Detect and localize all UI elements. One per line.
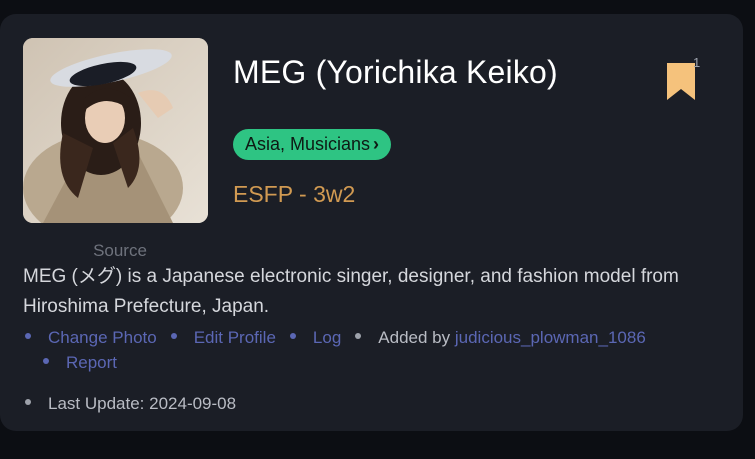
profile-photo-image bbox=[23, 38, 208, 223]
added-by: Added by judicious_plowman_1086 bbox=[353, 325, 646, 350]
category-label: Asia, Musicians bbox=[245, 134, 371, 154]
chevron-right-icon: › bbox=[373, 134, 380, 154]
added-by-user-link[interactable]: judicious_plowman_1086 bbox=[455, 328, 646, 347]
personality-type[interactable]: ESFP - 3w2 bbox=[233, 181, 355, 208]
photo-source-label[interactable]: Source bbox=[60, 241, 180, 261]
profile-card: Source MEG (Yorichika Keiko) 1 Asia, Mus… bbox=[0, 14, 743, 431]
change-photo-link[interactable]: Change Photo bbox=[23, 325, 157, 350]
profile-actions: Change Photo Edit Profile Log Added by judi… bbox=[23, 325, 733, 375]
category-link[interactable]: Asia, Musicians › bbox=[233, 129, 392, 160]
report-link[interactable]: Report bbox=[41, 350, 117, 375]
profile-name: MEG (Yorichika Keiko) bbox=[233, 54, 558, 90]
bookmark-count: 1 bbox=[693, 55, 701, 70]
last-update: Last Update: 2024-09-08 bbox=[23, 394, 236, 414]
bookmark-icon[interactable] bbox=[666, 62, 696, 102]
profile-photo[interactable] bbox=[23, 38, 208, 223]
edit-profile-link[interactable]: Edit Profile bbox=[169, 325, 276, 350]
log-link[interactable]: Log bbox=[288, 325, 341, 350]
profile-description: MEG (メグ) is a Japanese electronic singer… bbox=[23, 266, 679, 317]
